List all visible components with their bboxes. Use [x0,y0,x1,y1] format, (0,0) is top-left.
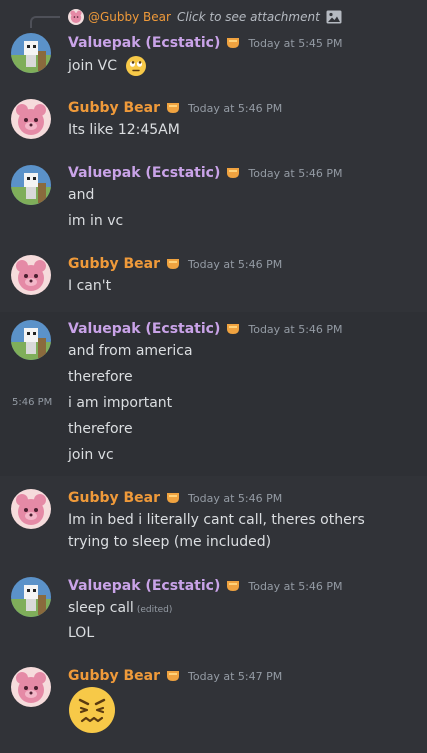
reply-reference[interactable]: @Gubby Bear Click to see attachment [68,8,342,26]
orange-badge-icon [227,581,240,591]
message-timestamp[interactable]: Today at 5:46 PM [188,102,282,115]
avatar-gubby-bear[interactable] [11,99,51,139]
reply-connector [30,16,60,28]
message-timestamp[interactable]: Today at 5:47 PM [188,670,282,683]
message-header: Valuepak (Ecstatic) Today at 5:46 PM [68,163,343,183]
message-timestamp[interactable]: Today at 5:46 PM [188,492,282,505]
message-header: Gubby Bear Today at 5:46 PM [68,488,282,508]
message-header: Valuepak (Ecstatic) Today at 5:46 PM [68,319,343,339]
message-timestamp[interactable]: Today at 5:46 PM [248,580,342,593]
orange-badge-icon [227,324,240,334]
avatar-valuepak[interactable] [11,320,51,360]
orange-badge-icon [167,259,180,269]
chat-messages: @Gubby Bear Click to see attachment Valu… [0,0,427,753]
message-header: Gubby Bear Today at 5:47 PM [68,666,282,686]
message-line: LOL [68,625,95,641]
username[interactable]: Valuepak (Ecstatic) [68,35,220,51]
reply-avatar [68,9,84,25]
message-timestamp[interactable]: Today at 5:46 PM [248,167,342,180]
message-text: sleep call (edited) [68,598,172,620]
avatar-valuepak[interactable] [11,33,51,73]
confounded-emoji[interactable] [68,686,116,734]
message-line: join vc [68,447,114,463]
message-line: and [68,187,95,203]
avatar-gubby-bear[interactable] [11,667,51,707]
message-line: im in vc [68,213,124,229]
orange-badge-icon [227,38,240,48]
image-icon [326,10,342,24]
orange-badge-icon [167,103,180,113]
username[interactable]: Gubby Bear [68,668,160,684]
message-line: trying to sleep (me included) [68,534,272,550]
avatar-valuepak[interactable] [11,577,51,617]
avatar-gubby-bear[interactable] [11,255,51,295]
message-timestamp[interactable]: Today at 5:46 PM [248,323,342,336]
message-header: Gubby Bear Today at 5:46 PM [68,98,282,118]
message-line: and from america [68,343,193,359]
message-timestamp[interactable]: Today at 5:46 PM [188,258,282,271]
message-header: Valuepak (Ecstatic) Today at 5:45 PM [68,33,343,53]
message-line: Im in bed i literally cant call, theres … [68,512,365,528]
avatar-gubby-bear[interactable] [11,489,51,529]
username[interactable]: Gubby Bear [68,256,160,272]
message-header: Gubby Bear Today at 5:46 PM [68,254,282,274]
message-line: Its like 12:45AM [68,122,180,138]
username[interactable]: Valuepak (Ecstatic) [68,165,220,181]
message-line: therefore [68,421,133,437]
message-line: therefore [68,369,133,385]
avatar-valuepak[interactable] [11,165,51,205]
orange-badge-icon [167,493,180,503]
message-line: sleep call [68,600,134,616]
edited-label: (edited) [136,605,173,615]
orange-badge-icon [167,671,180,681]
rolling-eyes-emoji [126,56,147,76]
orange-badge-icon [227,168,240,178]
username[interactable]: Valuepak (Ecstatic) [68,578,220,594]
message-line: join VC [68,58,118,74]
username[interactable]: Valuepak (Ecstatic) [68,321,220,337]
message-timestamp[interactable]: Today at 5:45 PM [248,37,342,50]
username[interactable]: Gubby Bear [68,100,160,116]
message-text: join VC [68,55,147,77]
message-header: Valuepak (Ecstatic) Today at 5:46 PM [68,576,343,596]
reply-mention[interactable]: @Gubby Bear [88,10,171,24]
hover-timestamp[interactable]: 5:46 PM [12,393,52,413]
message-line: I can't [68,278,112,294]
message-line: i am important [68,395,173,411]
reply-attachment-text[interactable]: Click to see attachment [177,10,320,24]
username[interactable]: Gubby Bear [68,490,160,506]
